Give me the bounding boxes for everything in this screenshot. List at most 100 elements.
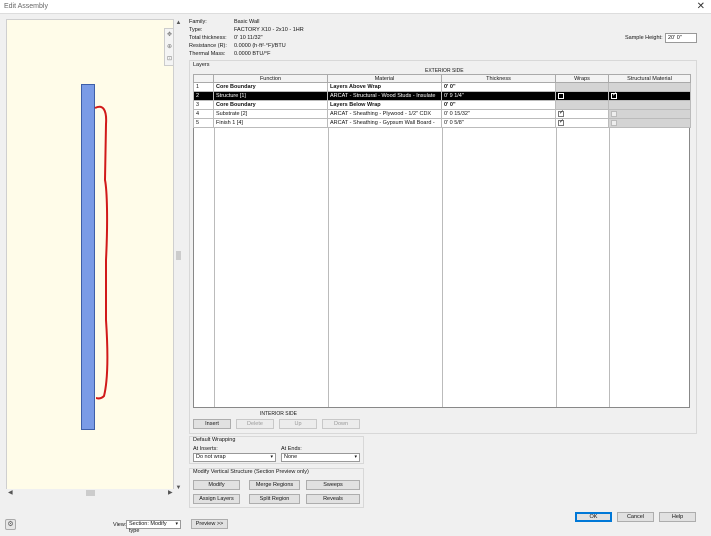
structural-checkbox[interactable] (611, 110, 617, 117)
cancel-button[interactable]: Cancel (617, 512, 654, 522)
up-button[interactable]: Up (279, 419, 317, 429)
layer-structural-cell (608, 100, 691, 110)
chevron-down-icon: ▾ (354, 454, 357, 460)
sample-height-input[interactable]: 20' 0" (665, 33, 697, 43)
layer-material-cell[interactable]: Layers Below Wrap (327, 100, 442, 110)
table-row[interactable]: 3 Core Boundary Layers Below Wrap 0' 0" (193, 100, 691, 110)
layer-number-cell: 2 (193, 91, 214, 101)
layer-material-cell[interactable]: ARCAT - Structural - Wood Studs - Insula… (327, 91, 442, 101)
interior-side-label: INTERIOR SIDE (260, 411, 297, 417)
layer-thickness-cell[interactable]: 0' 0" (441, 100, 556, 110)
split-region-button[interactable]: Split Region (249, 494, 300, 504)
col-material-header[interactable]: Material (327, 74, 442, 83)
layer-number-cell: 5 (193, 118, 214, 128)
table-row[interactable]: 4 Substrate [2] ARCAT - Sheathing - Plywoo… (193, 109, 691, 119)
wraps-checkbox[interactable] (558, 120, 564, 126)
view-label: View: (113, 522, 127, 528)
scroll-left-icon[interactable]: ◀ (8, 489, 13, 496)
layer-thickness-cell[interactable]: 0' 0 15/32" (441, 109, 556, 119)
layer-wraps-cell (555, 100, 609, 110)
scroll-right-icon[interactable]: ▶ (168, 489, 173, 496)
layer-function-cell[interactable]: Core Boundary (213, 82, 328, 92)
modify-structure-title: Modify Vertical Structure (Section Previ… (193, 469, 309, 475)
layer-number-cell: 1 (193, 82, 214, 92)
type-value: FACTORY X10 - 2x10 - 1HR (234, 27, 304, 33)
preview-button[interactable]: Preview >> (191, 519, 228, 529)
at-inserts-label: At Inserts: (193, 446, 218, 452)
close-button[interactable]: ✕ (697, 1, 705, 12)
layer-thickness-cell[interactable]: 0' 0 5/8" (441, 118, 556, 128)
resistance-label: Resistance (R): (189, 43, 227, 49)
at-inserts-select[interactable]: Do not wrap ▾ (193, 453, 276, 462)
section-preview[interactable]: ✥ ⊕ ⊡ (6, 19, 174, 495)
ok-button[interactable]: OK (575, 512, 612, 522)
scroll-thumb[interactable] (86, 490, 95, 496)
at-ends-label: At Ends: (281, 446, 302, 452)
sketch-line (94, 105, 109, 400)
insert-button[interactable]: Insert (193, 419, 231, 429)
chevron-down-icon: ▾ (175, 521, 178, 527)
scroll-up-icon[interactable]: ▲ (175, 20, 182, 26)
chevron-down-icon: ▾ (270, 454, 273, 460)
layer-wraps-cell[interactable] (555, 109, 609, 119)
table-row[interactable]: 1 Core Boundary Layers Above Wrap 0' 0" (193, 82, 691, 92)
structural-checkbox[interactable] (611, 119, 617, 126)
layer-structural-cell (608, 82, 691, 92)
layer-structural-cell[interactable] (608, 118, 691, 128)
structural-checkbox[interactable] (611, 93, 617, 99)
layer-function-cell[interactable]: Core Boundary (213, 100, 328, 110)
zoom-toolbar: ✥ ⊕ ⊡ (164, 28, 173, 66)
table-row[interactable]: 5 Finish 1 [4] ARCAT - Sheathing - Gypsum … (193, 118, 691, 128)
merge-regions-button[interactable]: Merge Regions (249, 480, 300, 490)
thermal-mass-value: 0.0000 BTU/°F (234, 51, 271, 57)
window-title: Edit Assembly (4, 3, 48, 10)
pan-icon[interactable]: ✥ (165, 29, 173, 41)
thickness-label: Total thickness: (189, 35, 227, 41)
view-select[interactable]: Section: Modify type ▾ (126, 520, 181, 534)
modify-button[interactable]: Modify (193, 480, 240, 490)
at-ends-select[interactable]: None ▾ (281, 453, 360, 462)
help-tooltip-icon[interactable]: ⚙ (5, 519, 16, 530)
col-function-header[interactable]: Function (213, 74, 328, 83)
wraps-checkbox[interactable] (558, 111, 564, 117)
col-num-header (193, 74, 214, 83)
col-wraps-header[interactable]: Wraps (555, 74, 609, 83)
help-button[interactable]: Help (659, 512, 696, 522)
at-inserts-value: Do not wrap (196, 454, 226, 460)
preview-vertical-scrollbar[interactable]: ▲ ▼ (175, 19, 182, 495)
table-row[interactable]: 2 Structure [1] ARCAT - Structural - Wood … (193, 91, 691, 101)
layer-function-cell[interactable]: Finish 1 [4] (213, 118, 328, 128)
type-label: Type: (189, 27, 203, 33)
layer-function-cell[interactable]: Structure [1] (213, 91, 328, 101)
down-button[interactable]: Down (322, 419, 360, 429)
scroll-down-icon[interactable]: ▼ (175, 485, 182, 491)
delete-button[interactable]: Delete (236, 419, 274, 429)
view-value: Section: Modify type (129, 521, 167, 534)
layer-thickness-cell[interactable]: 0' 9 1/4" (441, 91, 556, 101)
layer-wraps-cell[interactable] (555, 91, 609, 101)
preview-horizontal-scrollbar[interactable]: ◀ ▶ (6, 489, 174, 497)
layer-wraps-cell[interactable] (555, 118, 609, 128)
assign-layers-button[interactable]: Assign Layers (193, 494, 240, 504)
layer-thickness-cell[interactable]: 0' 0" (441, 82, 556, 92)
reveals-button[interactable]: Reveals (306, 494, 360, 504)
layer-structural-cell[interactable] (608, 109, 691, 119)
layer-material-cell[interactable]: ARCAT - Sheathing - Plywood - 1/2" CDX (327, 109, 442, 119)
wraps-checkbox[interactable] (558, 92, 564, 99)
sweeps-button[interactable]: Sweeps (306, 480, 360, 490)
layer-function-cell[interactable]: Substrate [2] (213, 109, 328, 119)
layer-number-cell: 4 (193, 109, 214, 119)
col-thickness-header[interactable]: Thickness (441, 74, 556, 83)
col-structural-header[interactable]: Structural Material (608, 74, 691, 83)
thickness-value: 0' 10 11/32" (234, 35, 263, 41)
layer-material-cell[interactable]: Layers Above Wrap (327, 82, 442, 92)
zoom-fit-icon[interactable]: ⊡ (165, 53, 173, 65)
default-wrapping-title: Default Wrapping (193, 437, 236, 443)
layer-material-cell[interactable]: ARCAT - Sheathing - Gypsum Wall Board - (327, 118, 442, 128)
zoom-in-icon[interactable]: ⊕ (165, 41, 173, 53)
layer-structural-cell[interactable] (608, 91, 691, 101)
family-value: Basic Wall (234, 19, 260, 25)
thermal-mass-label: Thermal Mass: (189, 51, 226, 57)
resistance-value: 0.0000 (h·ft²·°F)/BTU (234, 43, 286, 49)
scroll-thumb[interactable] (176, 251, 181, 260)
